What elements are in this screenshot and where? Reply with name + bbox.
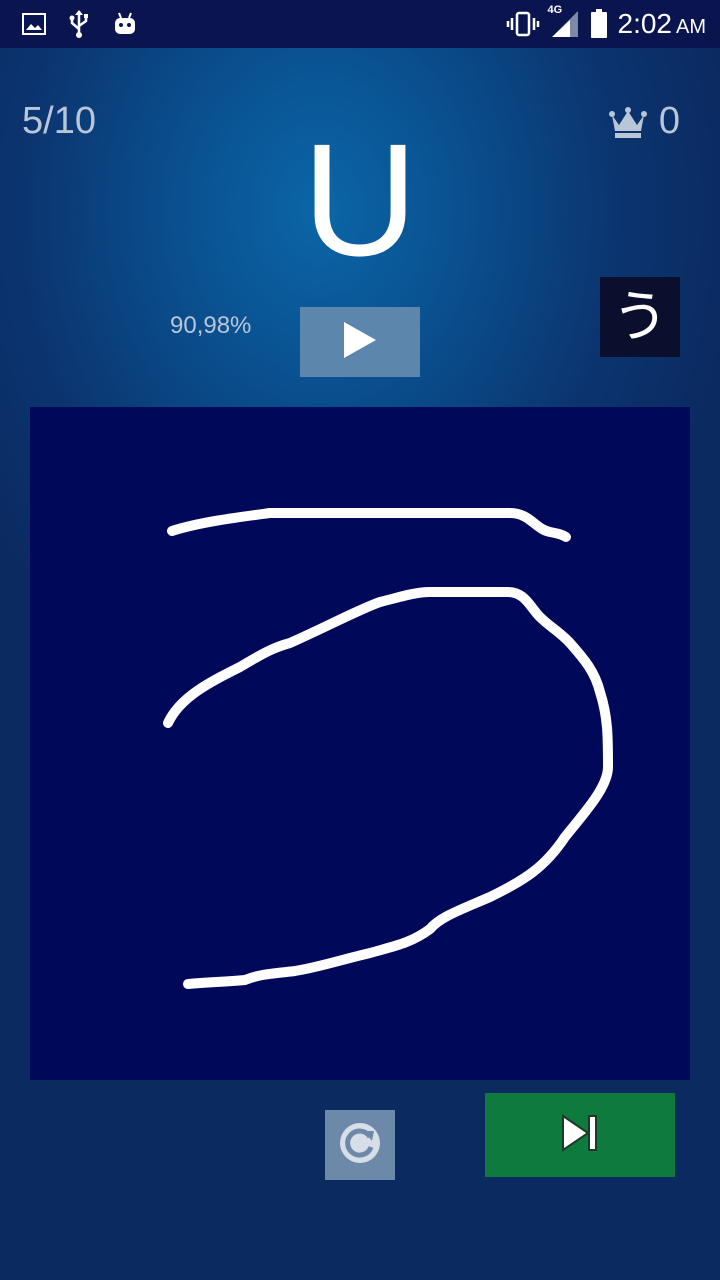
stroke-1 [167, 508, 571, 542]
usb-icon [68, 9, 90, 39]
battery-icon [590, 9, 608, 39]
stroke-2 [163, 587, 613, 989]
refresh-icon [336, 1119, 384, 1172]
gallery-icon [22, 13, 46, 35]
romaji-prompt: U [302, 110, 418, 289]
accuracy-percent: 90,98% [170, 312, 252, 339]
play-icon [342, 320, 378, 365]
hint-kana-button[interactable]: う [600, 277, 680, 357]
hint-kana: う [612, 285, 668, 348]
android-icon [112, 11, 138, 37]
vibrate-icon [506, 11, 540, 37]
signal-icon: 4G [548, 4, 580, 38]
clock-time: 2:02 [617, 8, 673, 39]
drawing-canvas[interactable] [30, 407, 690, 1080]
clock-ampm: AM [676, 16, 706, 38]
network-type-label: 4G [547, 4, 563, 16]
next-button[interactable] [485, 1093, 675, 1177]
play-audio-button[interactable] [300, 307, 420, 377]
skip-next-icon [560, 1113, 600, 1158]
drawn-strokes [163, 508, 613, 989]
reset-button[interactable] [325, 1110, 395, 1180]
status-clock: 2:02 AM [618, 8, 707, 40]
status-bar: 4G 2:02 AM [0, 0, 720, 48]
